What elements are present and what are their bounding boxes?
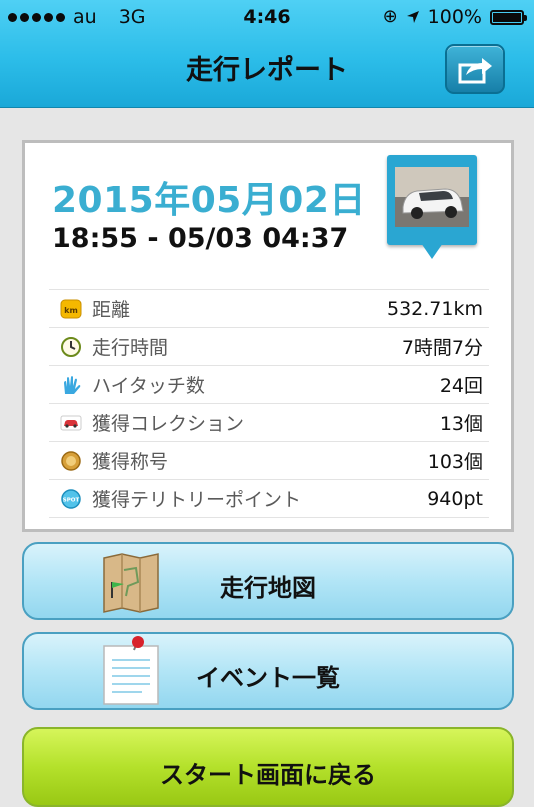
stat-value: 24回 bbox=[439, 375, 483, 397]
stat-label: 獲得コレクション bbox=[92, 413, 245, 435]
spot-icon: SPOT bbox=[61, 488, 81, 509]
drive-map-label: 走行地図 bbox=[220, 574, 316, 602]
report-date: 2015年05月02日 bbox=[52, 180, 366, 221]
stat-label: 距離 bbox=[92, 299, 131, 321]
medal-icon bbox=[61, 450, 81, 471]
stat-row-distance: km 距離 532.71km bbox=[49, 289, 489, 327]
stat-label: ハイタッチ数 bbox=[92, 375, 205, 397]
stat-value: 940pt bbox=[427, 487, 483, 510]
stat-value: 13個 bbox=[439, 413, 483, 435]
report-time-range: 18:55 - 05/03 04:37 bbox=[52, 223, 349, 254]
stat-row-collection: 獲得コレクション 13個 bbox=[49, 403, 489, 441]
battery-percent: 100% bbox=[427, 6, 482, 28]
stat-label: 獲得テリトリーポイント bbox=[92, 489, 302, 511]
share-arrow-icon bbox=[458, 58, 492, 84]
back-to-start-label: スタート画面に戻る bbox=[160, 761, 376, 789]
top-bar: au 3G 4:46 ⊕ 100% 走行レポート bbox=[0, 0, 534, 108]
report-card: 2015年05月02日 18:55 - 05/03 04:37 km 距離 53… bbox=[22, 140, 514, 532]
stat-value: 7時間7分 bbox=[401, 337, 483, 359]
stat-label: 獲得称号 bbox=[92, 451, 169, 473]
stat-row-high-touch: ハイタッチ数 24回 bbox=[49, 365, 489, 403]
battery-icon bbox=[490, 9, 527, 25]
status-bar: au 3G 4:46 ⊕ 100% bbox=[0, 0, 534, 34]
high-five-icon bbox=[64, 375, 81, 394]
share-button[interactable] bbox=[445, 44, 505, 94]
svg-text:SPOT: SPOT bbox=[63, 497, 80, 503]
stat-value: 103個 bbox=[427, 451, 483, 473]
car-photo-pin-icon[interactable] bbox=[387, 155, 477, 267]
event-list-label: イベント一覧 bbox=[196, 664, 340, 692]
event-list-button[interactable]: イベント一覧 bbox=[22, 632, 514, 710]
stat-row-drive-time: 走行時間 7時間7分 bbox=[49, 327, 489, 365]
rotation-lock-icon: ⊕ bbox=[382, 6, 398, 27]
back-to-start-button[interactable]: スタート画面に戻る bbox=[22, 727, 514, 807]
stat-label: 走行時間 bbox=[92, 337, 169, 359]
svg-text:km: km bbox=[64, 306, 78, 315]
stat-row-titles: 獲得称号 103個 bbox=[49, 441, 489, 479]
location-arrow-icon bbox=[406, 11, 419, 23]
car-icon bbox=[60, 415, 82, 430]
clock-icon bbox=[61, 336, 81, 357]
stats-list: km 距離 532.71km 走行時間 7時間7分 ハイタッチ数 24回 獲得コ… bbox=[49, 289, 489, 518]
km-icon: km bbox=[60, 299, 82, 318]
stat-value: 532.71km bbox=[387, 297, 483, 320]
drive-map-button[interactable]: 走行地図 bbox=[22, 542, 514, 620]
stat-row-territory: SPOT 獲得テリトリーポイント 940pt bbox=[49, 479, 489, 518]
